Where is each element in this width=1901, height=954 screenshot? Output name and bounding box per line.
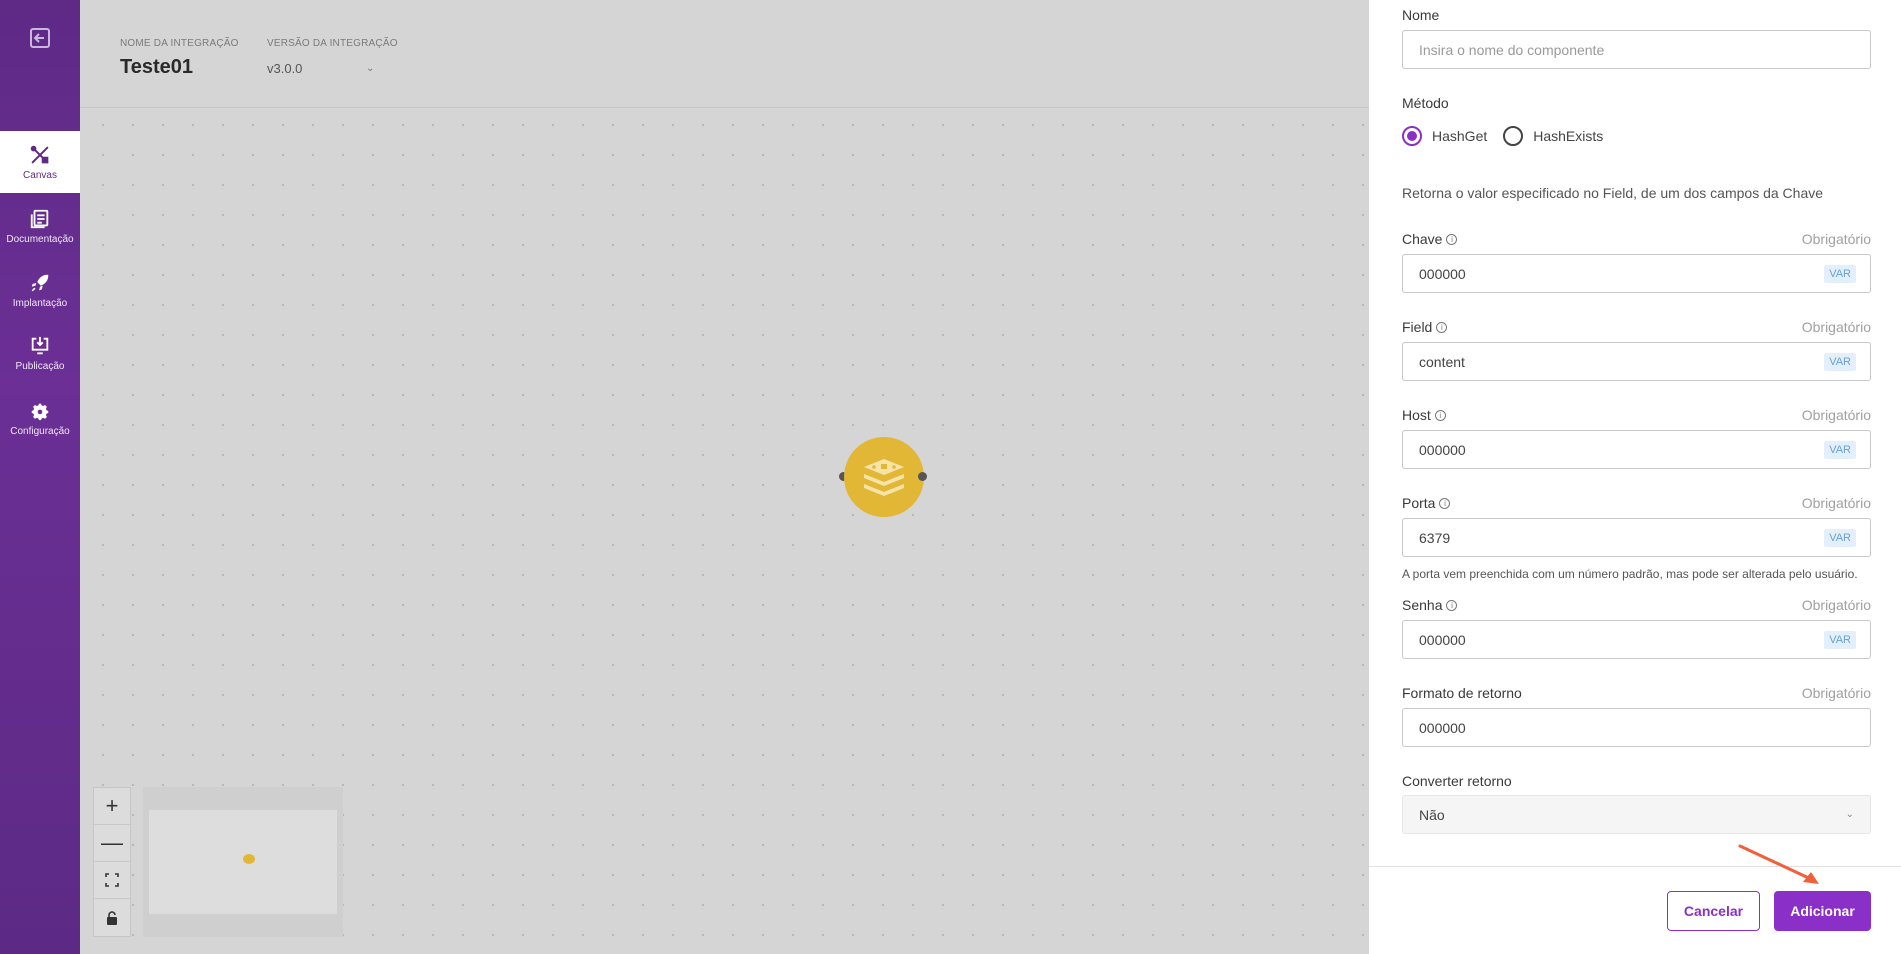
add-button[interactable]: Adicionar [1774,891,1871,931]
chave-label: Chave i [1402,231,1458,247]
var-badge[interactable]: VAR [1824,353,1856,371]
info-icon[interactable]: i [1434,409,1446,421]
zoom-in-button[interactable]: + [94,788,130,825]
lock-button[interactable] [94,899,130,936]
host-label-text: Host [1402,407,1431,423]
gear-icon [31,403,49,420]
required-text: Obrigatório [1801,407,1871,423]
required-text: Obrigatório [1801,319,1871,335]
required-text: Obrigatório [1801,495,1871,511]
chevron-down-icon: ⌄ [1845,809,1854,820]
info-icon[interactable]: i [1446,599,1458,611]
node-output-port[interactable] [918,472,927,481]
download-monitor-icon [31,336,49,354]
field-label: Field i [1402,319,1448,335]
formato-label: Formato de retorno [1402,685,1522,701]
fit-view-button[interactable] [94,862,130,899]
chave-value: 000000 [1419,265,1466,282]
var-badge[interactable]: VAR [1824,529,1856,547]
senha-value: 000000 [1419,631,1466,648]
sidebar-item-label: Configuração [10,425,70,437]
rocket-icon [31,274,49,291]
sidebar-item-label: Documentação [6,233,74,245]
tools-icon [30,145,49,163]
var-badge[interactable]: VAR [1824,265,1856,283]
porta-input[interactable]: 6379 VAR [1402,518,1871,557]
chave-input[interactable]: 000000 VAR [1402,254,1871,293]
lock-icon [107,910,117,925]
info-icon[interactable]: i [1436,321,1448,333]
method-description: Retorna o valor especificado no Field, d… [1402,185,1824,201]
formato-value: 000000 [1419,719,1466,736]
radio-hashget-label[interactable]: HashGet [1432,128,1487,144]
nome-input[interactable]: Insira o nome do componente [1402,30,1871,69]
converter-label: Converter retorno [1402,773,1512,789]
senha-input[interactable]: 000000 VAR [1402,620,1871,659]
zoom-controls: + — [93,787,131,937]
radio-hashexists[interactable] [1503,126,1524,146]
porta-value: 6379 [1419,529,1451,546]
host-value: 000000 [1419,441,1466,458]
sidebar-header [0,0,80,131]
senha-label: Senha i [1402,597,1458,613]
integration-name-label: NOME DA INTEGRAÇÃO [120,38,239,49]
var-badge[interactable]: VAR [1824,441,1856,459]
annotation-arrow-icon [1738,844,1819,884]
chevron-down-icon[interactable]: ⌄ [366,63,374,74]
sidebar-item-label: Implantação [12,297,68,309]
host-label: Host i [1402,407,1446,423]
field-value: content [1419,353,1465,370]
metodo-radio-group: HashGet HashExists [1402,126,1603,146]
integration-header: NOME DA INTEGRAÇÃO Teste01 VERSÃO DA INT… [80,0,1369,108]
canvas-area[interactable]: NOME DA INTEGRAÇÃO Teste01 VERSÃO DA INT… [80,0,1369,954]
zoom-out-button[interactable]: — [94,825,130,862]
required-text: Obrigatório [1801,597,1871,613]
sidebar-item-documentacao[interactable]: Documentação [0,195,80,257]
converter-value: Não [1419,806,1445,823]
radio-hashexists-label[interactable]: HashExists [1533,128,1603,144]
required-text: Obrigatório [1801,231,1871,247]
sidebar-item-label: Publicação [15,360,65,372]
converter-select[interactable]: Não ⌄ [1402,795,1871,834]
sidebar-item-label: Canvas [23,169,57,181]
required-text: Obrigatório [1801,685,1871,701]
sidebar-item-canvas[interactable]: Canvas [0,131,80,193]
minimap[interactable] [143,787,343,937]
senha-label-text: Senha [1402,597,1443,613]
info-icon[interactable]: i [1439,497,1451,509]
info-icon[interactable]: i [1446,233,1458,245]
integration-name: Teste01 [120,56,194,78]
sidebar-item-implantacao[interactable]: Implantação [0,259,80,321]
porta-hint: A porta vem preenchida com um número pad… [1402,567,1858,581]
metodo-label: Método [1402,95,1449,111]
sidebar-item-publicacao[interactable]: Publicação [0,322,80,384]
host-input[interactable]: 000000 VAR [1402,430,1871,469]
var-badge[interactable]: VAR [1824,631,1856,649]
fit-view-icon [105,873,119,887]
cancel-button[interactable]: Cancelar [1667,891,1760,931]
document-icon [30,209,49,228]
redis-node[interactable] [844,437,924,517]
sidebar-item-configuracao[interactable]: Configuração [0,387,80,449]
nome-label: Nome [1402,7,1440,23]
radio-hashget[interactable] [1402,126,1422,146]
chave-label-text: Chave [1402,231,1443,247]
integration-version-select[interactable]: v3.0.0 [267,61,302,76]
porta-label: Porta i [1402,495,1451,511]
field-label-text: Field [1402,319,1433,335]
minimap-viewport[interactable] [149,810,337,914]
field-input[interactable]: content VAR [1402,342,1871,381]
porta-label-text: Porta [1402,495,1436,511]
minimap-node [243,854,255,864]
formato-input[interactable]: 000000 [1402,708,1871,747]
redis-stack-icon [864,459,904,496]
exit-icon[interactable] [28,26,52,50]
integration-version-label: VERSÃO DA INTEGRAÇÃO [267,38,398,49]
sidebar: Canvas Documentação Implantação Publicaç… [0,0,80,954]
component-form-panel: Nome Insira o nome do componente Método … [1369,0,1901,954]
